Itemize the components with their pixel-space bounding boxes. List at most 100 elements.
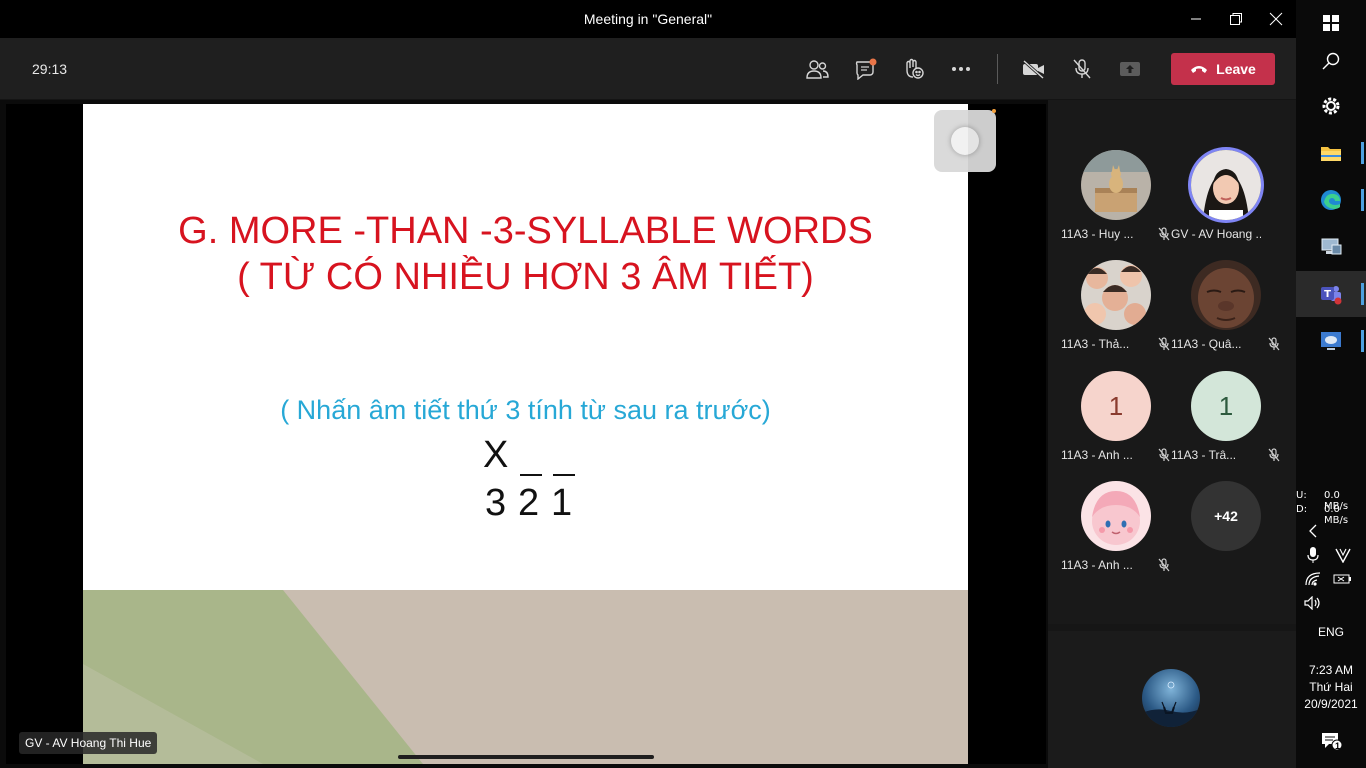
slide-title-line2: ( TỪ CÓ NHIỀU HƠN 3 ÂM TIẾT) [237,256,814,298]
battery-icon [1333,574,1351,584]
mic-off-icon [1268,448,1280,462]
avatar-initial: 1 [1081,371,1151,441]
participant-tile[interactable]: 1 11A3 - Anh ... [1061,371,1171,471]
speaker-icon [1304,596,1320,610]
leave-button[interactable]: Leave [1171,53,1275,85]
avatar [1081,481,1151,551]
stress-mark: X [483,434,509,476]
network-app[interactable] [1296,224,1366,270]
edge-app[interactable] [1296,177,1366,223]
share-screen-icon [1120,62,1140,76]
participant-tile[interactable]: 1 11A3 - Trâ... [1171,371,1281,471]
participant-tile[interactable]: 11A3 - Huy ... [1061,150,1171,250]
face-photo [1191,260,1261,330]
download-value: 0.0 MB/s [1324,504,1349,526]
restore-icon [1230,13,1242,25]
syllable-digit: 3 [485,482,507,524]
edge-icon [1321,190,1341,210]
microphone-icon [1307,547,1319,563]
leave-label: Leave [1216,61,1256,77]
file-explorer-app[interactable] [1296,130,1366,176]
close-button[interactable] [1256,0,1296,38]
slide-decoration [83,590,968,764]
remote-desktop-icon [1321,332,1341,350]
meeting-toolbar: 29:13 Leave [0,38,1296,100]
more-actions-button[interactable] [944,52,978,86]
more-icon [952,67,970,71]
v-logo-icon [1335,548,1351,563]
microphone-tray[interactable] [1296,543,1330,567]
self-avatar[interactable] [1142,669,1200,727]
wifi-tray[interactable] [1296,568,1330,590]
running-indicator [1361,189,1364,211]
avatar-initial: 1 [1191,371,1261,441]
presentation-slide: G. MORE -THAN -3-SYLLABLE WORDS ( TỪ CÓ … [83,104,968,764]
participant-tile[interactable]: 11A3 - Anh ... [1061,481,1171,581]
participant-name: 11A3 - Quâ... [1171,337,1242,351]
toolbar-divider [997,54,998,84]
windows-taskbar: T U: 0.0 MB/s D: 0.0 MB/s ENG 7:23 AM Th… [1296,0,1366,768]
chat-button[interactable] [848,52,882,86]
participant-grid: 11A3 - Huy ... GV - AV Hoang ... 11A3 - … [1048,100,1296,624]
action-center-button[interactable]: 1 [1296,718,1366,764]
raise-hand-icon [906,58,924,79]
download-label: D: [1296,504,1308,515]
running-indicator [1361,283,1364,305]
computer-icon [1321,238,1342,255]
participant-name: 11A3 - Trâ... [1171,448,1237,462]
running-indicator [1361,142,1364,164]
camera-off-icon [1022,59,1045,79]
participant-tile[interactable]: 11A3 - Thả... [1061,260,1171,360]
participants-button[interactable] [800,52,834,86]
syllable-digit: 1 [551,482,573,524]
cartoon-avatar [1081,481,1151,551]
collage-photo [1081,260,1151,330]
hang-up-icon [1191,66,1208,73]
settings-app[interactable] [1296,83,1366,129]
shared-screen: G. MORE -THAN -3-SYLLABLE WORDS ( TỪ CÓ … [6,104,1046,764]
clock-day: Thứ Hai [1309,680,1353,694]
search-button[interactable] [1296,38,1366,84]
syllable-digit: 2 [518,482,540,524]
participant-name: 11A3 - Anh ... [1061,558,1133,572]
participant-tile[interactable]: 11A3 - Quâ... [1171,260,1281,360]
remote-desktop-app[interactable] [1296,318,1366,364]
share-content-button[interactable] [1113,52,1147,86]
status-dot [992,109,996,113]
slide-background-shape [83,590,423,764]
teams-app[interactable]: T [1296,271,1366,317]
participant-name: GV - AV Hoang ... [1171,227,1261,241]
window-title: Meeting in "General" [583,11,713,27]
syllable-dash [520,474,542,476]
vpn-tray[interactable] [1326,543,1360,567]
show-hidden-icons-button[interactable] [1296,520,1330,542]
restore-button[interactable] [1216,0,1256,38]
mic-toggle[interactable] [1065,52,1099,86]
mic-off-icon [1073,59,1091,79]
presenter-name-tag: GV - AV Hoang Thi Hue [19,732,158,754]
volume-tray[interactable] [1296,592,1330,614]
participant-tile[interactable]: GV - AV Hoang ... [1171,150,1281,250]
participant-panel: 11A3 - Huy ... GV - AV Hoang ... 11A3 - … [1048,100,1296,768]
floating-recorder-button[interactable] [934,110,996,172]
camera-toggle[interactable] [1017,52,1051,86]
self-preview-tile [1048,631,1296,768]
wifi-icon [1305,572,1321,586]
chat-icon [855,58,877,80]
night-deer-image [1142,681,1200,727]
slide-scrollbar[interactable] [398,755,654,759]
minimize-button[interactable] [1176,0,1216,38]
title-bar: Meeting in "General" [0,0,1296,38]
input-language[interactable]: ENG [1296,625,1366,639]
clock-date: 20/9/2021 [1304,697,1358,711]
minimize-icon [1191,18,1201,20]
mic-off-icon [1158,448,1170,462]
battery-tray[interactable] [1326,568,1360,590]
folder-icon [1321,147,1341,161]
notification-count: 1 [1335,741,1341,751]
content-stage: G. MORE -THAN -3-SYLLABLE WORDS ( TỪ CÓ … [0,100,1048,768]
search-icon [1322,52,1340,70]
clock-time[interactable]: 7:23 AM [1296,663,1366,677]
more-participants-button[interactable]: +42 [1191,481,1261,551]
reactions-button[interactable] [896,52,930,86]
